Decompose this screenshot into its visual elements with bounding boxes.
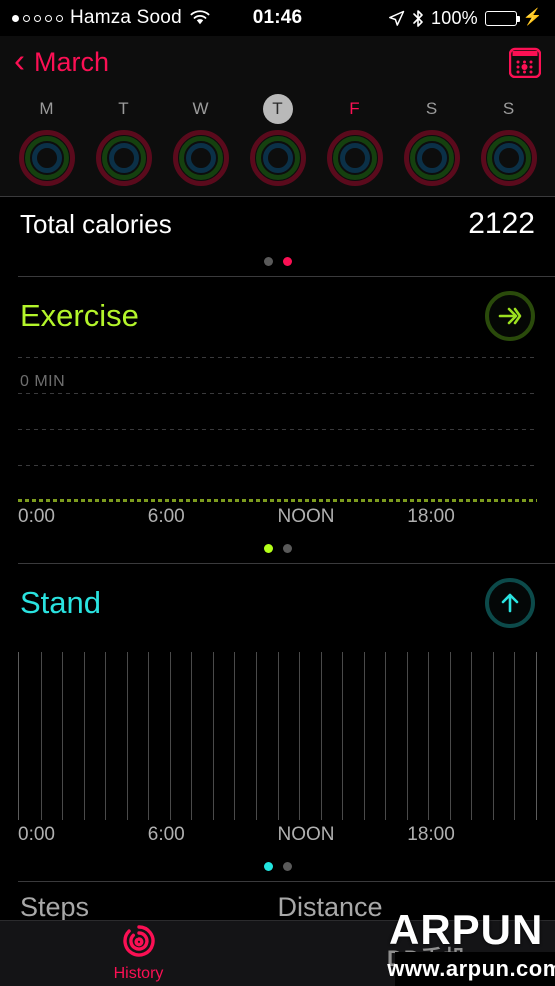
activity-rings-icon: [172, 130, 229, 186]
activity-rings-icon: [480, 130, 537, 186]
week-day-4-today[interactable]: F: [316, 94, 393, 186]
week-day-label: M: [39, 99, 54, 118]
week-day-selector[interactable]: M T W T F S S: [0, 88, 555, 196]
activity-rings-icon: [326, 130, 383, 186]
exercise-chart[interactable]: 0 MIN: [18, 357, 537, 502]
exercise-x-tick-3: 18:00: [407, 506, 455, 527]
tab-bar: History: [0, 920, 555, 986]
steps-label: Steps: [20, 892, 90, 922]
exercise-x-tick-2: NOON: [277, 506, 335, 527]
bluetooth-icon: [412, 9, 424, 28]
carrier-label: Hamza Sood: [70, 7, 182, 28]
status-bar-right: 100% ⚡: [302, 8, 543, 29]
week-day-5[interactable]: S: [393, 94, 470, 186]
page-dot-0[interactable]: [263, 257, 273, 266]
exercise-x-tick-0: 0:00: [18, 506, 55, 527]
page-dot-0-active[interactable]: [263, 862, 273, 871]
week-day-6[interactable]: S: [470, 94, 547, 186]
charging-bolt-icon: ⚡: [522, 9, 544, 26]
status-bar-left: Hamza Sood: [12, 7, 253, 29]
week-day-label: S: [425, 99, 438, 118]
stand-x-tick-0: 0:00: [18, 824, 55, 845]
week-day-label: T: [118, 99, 129, 118]
week-day-label: W: [192, 99, 209, 118]
activity-rings-icon: [95, 130, 152, 186]
status-bar: Hamza Sood 01:46 100% ⚡: [0, 0, 555, 36]
stand-section-header: Stand: [0, 564, 555, 638]
signal-strength-icon: [12, 14, 63, 22]
wifi-icon: [189, 10, 211, 26]
total-calories-row[interactable]: Total calories 2122: [0, 197, 555, 249]
battery-icon: [484, 10, 520, 26]
week-day-1[interactable]: T: [85, 94, 162, 186]
tab-history[interactable]: History: [0, 924, 277, 983]
activity-rings-spiral-icon: [122, 924, 156, 963]
page-dot-0-active[interactable]: [263, 544, 273, 553]
total-calories-label: Total calories: [20, 208, 172, 239]
page-dot-1[interactable]: [282, 544, 292, 553]
exercise-x-axis: 0:00 6:00 NOON 18:00: [18, 506, 537, 536]
navigation-bar: ‹ March: [0, 36, 555, 88]
stand-x-tick-1: 6:00: [147, 824, 185, 845]
total-calories-value: 2122: [468, 207, 535, 240]
exercise-y-axis-label: 0 MIN: [20, 373, 66, 390]
week-day-label: S: [502, 99, 515, 118]
calendar-icon[interactable]: [508, 47, 542, 78]
tab-history-label: History: [113, 965, 164, 982]
week-day-3-selected[interactable]: T: [239, 94, 316, 186]
week-day-0[interactable]: M: [8, 94, 85, 186]
exercise-chart-baseline: [18, 499, 537, 502]
exercise-section-header: Exercise: [0, 277, 555, 351]
calories-page-dots[interactable]: [0, 249, 555, 276]
battery-percent-label: 100%: [431, 7, 478, 28]
activity-rings-icon: [249, 130, 306, 186]
chevron-left-icon: ‹: [14, 42, 25, 79]
arrow-up-icon[interactable]: [485, 578, 535, 628]
page-dot-1[interactable]: [282, 862, 292, 871]
distance-label: Distance: [277, 892, 383, 922]
week-day-label: T: [262, 94, 293, 124]
week-day-label: F: [349, 99, 360, 118]
double-chevron-right-icon[interactable]: [485, 291, 535, 341]
stand-x-axis: 0:00 6:00 NOON 18:00: [18, 824, 537, 854]
stand-x-tick-2: NOON: [277, 824, 335, 845]
back-button[interactable]: ‹ March: [14, 42, 110, 79]
app-screen: Hamza Sood 01:46 100% ⚡ ‹ March M T W T …: [0, 0, 555, 986]
exercise-title: Exercise: [20, 298, 139, 333]
page-dot-1-active[interactable]: [282, 257, 292, 266]
back-button-label: March: [34, 46, 110, 77]
stand-chart[interactable]: [18, 652, 537, 820]
activity-rings-icon: [18, 130, 75, 186]
week-day-2[interactable]: W: [162, 94, 239, 186]
activity-rings-icon: [403, 130, 460, 186]
clock: 01:46: [252, 7, 303, 28]
exercise-page-dots[interactable]: [0, 536, 555, 563]
stand-title: Stand: [20, 585, 102, 620]
stand-page-dots[interactable]: [0, 854, 555, 881]
stand-x-tick-3: 18:00: [407, 824, 455, 845]
exercise-x-tick-1: 6:00: [147, 506, 185, 527]
location-arrow-icon: [388, 10, 405, 27]
